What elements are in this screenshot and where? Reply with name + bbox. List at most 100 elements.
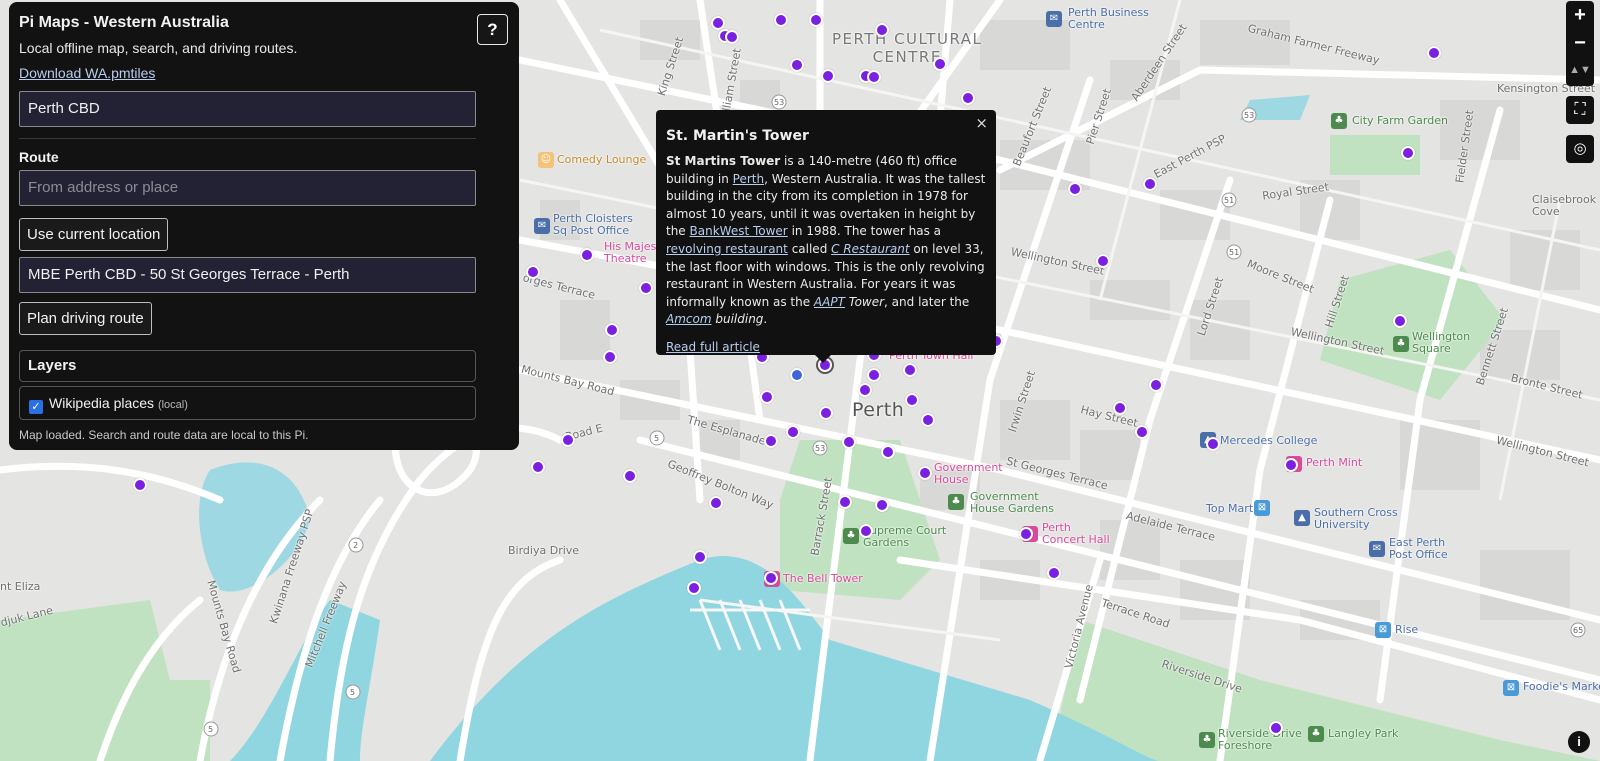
- wikipedia-marker[interactable]: [905, 393, 919, 407]
- wikipedia-marker[interactable]: [786, 425, 800, 439]
- link-perth[interactable]: Perth: [733, 172, 764, 186]
- map-label-claisebrook: Claisebrook Cove: [1532, 194, 1596, 218]
- wikipedia-marker[interactable]: [918, 466, 932, 480]
- map-label-bell-tower: The Bell Tower: [783, 572, 863, 585]
- route-from-input[interactable]: From address or place: [19, 170, 476, 206]
- wikipedia-marker[interactable]: [1047, 566, 1061, 580]
- zoom-in-button[interactable]: +: [1566, 1, 1594, 29]
- map-label-concert-hall: Perth Concert Hall: [1042, 522, 1110, 546]
- shop-icon: ⊠: [1375, 622, 1391, 638]
- park-icon: ♣: [1199, 732, 1215, 748]
- wikipedia-marker[interactable]: [1149, 378, 1163, 392]
- wikipedia-marker[interactable]: [1393, 314, 1407, 328]
- map-label-southern-cross-2: University: [1314, 518, 1370, 531]
- wikipedia-marker[interactable]: [687, 581, 701, 595]
- use-current-location-button[interactable]: Use current location: [19, 218, 169, 251]
- map-label-east-perth-po: East Perth Post Office: [1389, 537, 1448, 561]
- wikipedia-marker[interactable]: [867, 70, 881, 84]
- wikipedia-marker[interactable]: [580, 248, 594, 262]
- download-link[interactable]: Download WA.pmtiles: [19, 65, 155, 81]
- wikipedia-marker[interactable]: [809, 13, 823, 27]
- link-amcom[interactable]: Amcom: [666, 312, 712, 326]
- wikipedia-marker[interactable]: [821, 69, 835, 83]
- wikipedia-marker[interactable]: [531, 460, 545, 474]
- zoom-out-button[interactable]: −: [1566, 29, 1594, 57]
- fullscreen-button[interactable]: ⛶: [1566, 96, 1594, 124]
- wikipedia-marker[interactable]: [709, 496, 723, 510]
- wikipedia-marker[interactable]: [1096, 254, 1110, 268]
- wikipedia-marker[interactable]: [561, 433, 575, 447]
- link-bankwest[interactable]: BankWest Tower: [690, 224, 788, 238]
- wikipedia-marker[interactable]: [921, 413, 935, 427]
- svg-text:2: 2: [353, 541, 358, 550]
- wikipedia-marker[interactable]: [961, 91, 975, 105]
- zoom-controls: + − ▲▼: [1566, 1, 1594, 86]
- wikipedia-marker[interactable]: [1113, 401, 1127, 415]
- search-input[interactable]: Perth CBD: [19, 91, 476, 127]
- university-icon: ▲: [1294, 510, 1310, 526]
- plan-route-button[interactable]: Plan driving route: [19, 302, 152, 335]
- map-label-cultural-centre: PERTH CULTURAL CENTRE: [832, 30, 982, 66]
- wikipedia-marker[interactable]: [764, 571, 778, 585]
- wikipedia-marker[interactable]: [623, 469, 637, 483]
- wikipedia-marker[interactable]: [1284, 458, 1298, 472]
- route-to-input[interactable]: MBE Perth CBD - 50 St Georges Terrace - …: [19, 257, 476, 293]
- wikipedia-marker[interactable]: [1068, 182, 1082, 196]
- help-button[interactable]: ?: [477, 14, 508, 45]
- wikipedia-marker[interactable]: [875, 23, 889, 37]
- map-label-government-house-2: House: [934, 473, 969, 486]
- wikipedia-marker[interactable]: [693, 550, 707, 564]
- checkbox-checked-icon[interactable]: ✓: [29, 400, 43, 414]
- wikipedia-marker[interactable]: [603, 350, 617, 364]
- read-full-article-link[interactable]: Read full article: [666, 340, 760, 354]
- link-c-restaurant[interactable]: C Restaurant: [831, 242, 909, 256]
- wikipedia-marker[interactable]: [1143, 177, 1157, 191]
- wikipedia-marker[interactable]: [1206, 437, 1220, 451]
- wikipedia-marker[interactable]: [859, 524, 873, 538]
- wikipedia-marker[interactable]: [1135, 425, 1149, 439]
- map-label-gov-house-gardens-2: House Gardens: [970, 502, 1055, 515]
- wikipedia-marker[interactable]: [133, 478, 147, 492]
- layer-label: Wikipedia places: [49, 395, 155, 411]
- geolocate-button[interactable]: ◎: [1566, 135, 1594, 163]
- wikipedia-marker[interactable]: [526, 265, 540, 279]
- current-location-marker[interactable]: [790, 368, 804, 382]
- wikipedia-marker[interactable]: [838, 495, 852, 509]
- wikipedia-marker[interactable]: [790, 58, 804, 72]
- popup-bold-name: St Martins Tower: [666, 154, 781, 168]
- wikipedia-marker[interactable]: [1269, 721, 1283, 735]
- wikipedia-marker[interactable]: [725, 30, 739, 44]
- attribution-info-icon[interactable]: i: [1568, 731, 1590, 753]
- link-aapt[interactable]: AAPT: [814, 295, 845, 309]
- wikipedia-marker[interactable]: [933, 57, 947, 71]
- wikipedia-marker[interactable]: [605, 323, 619, 337]
- wikipedia-marker[interactable]: [760, 390, 774, 404]
- popup-text: , and later the: [884, 294, 970, 309]
- popup-close-button[interactable]: ×: [975, 114, 988, 132]
- side-panel: Pi Maps - Western Australia ? Local offl…: [9, 2, 519, 450]
- wikipedia-marker[interactable]: [875, 498, 889, 512]
- layers-header[interactable]: Layers: [19, 350, 476, 382]
- wikipedia-marker[interactable]: [1427, 46, 1441, 60]
- park-icon: ♣: [843, 528, 859, 544]
- svg-text:53: 53: [774, 98, 784, 107]
- wikipedia-marker[interactable]: [858, 383, 872, 397]
- wikipedia-marker[interactable]: [639, 281, 653, 295]
- map-label-concert-hall-2: Concert Hall: [1042, 533, 1110, 546]
- map-label-comedy-lounge: Comedy Lounge: [557, 153, 647, 166]
- popup-title: St. Martin's Tower: [666, 128, 809, 144]
- wikipedia-marker[interactable]: [903, 363, 917, 377]
- wikipedia-marker[interactable]: [764, 434, 778, 448]
- wikipedia-marker[interactable]: [774, 13, 788, 27]
- link-revolving-restaurant[interactable]: revolving restaurant: [666, 242, 788, 256]
- wikipedia-marker[interactable]: [881, 445, 895, 459]
- svg-text:5: 5: [208, 725, 213, 734]
- wikipedia-marker[interactable]: [842, 435, 856, 449]
- wikipedia-marker[interactable]: [1401, 146, 1415, 160]
- layer-wikipedia-toggle[interactable]: ✓ Wikipedia places (local): [19, 386, 476, 420]
- wikipedia-marker[interactable]: [711, 16, 725, 30]
- wikipedia-marker[interactable]: [1019, 527, 1033, 541]
- compass-icon[interactable]: ▲▼: [1566, 57, 1594, 85]
- wikipedia-marker[interactable]: [867, 368, 881, 382]
- wikipedia-marker[interactable]: [819, 406, 833, 420]
